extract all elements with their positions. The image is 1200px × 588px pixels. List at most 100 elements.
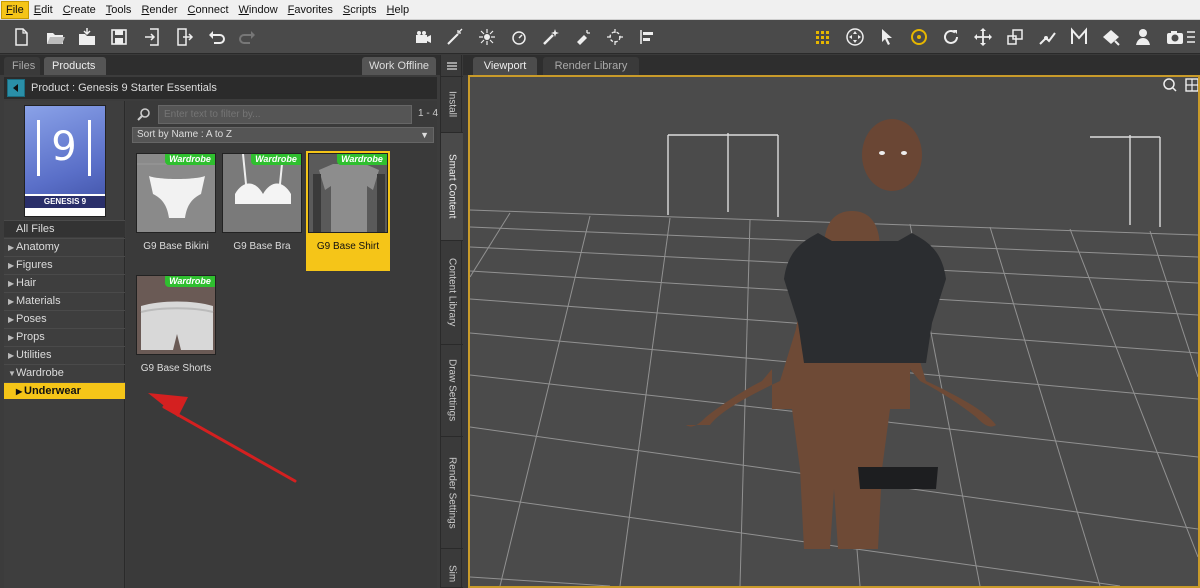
redo-icon[interactable] bbox=[235, 24, 261, 50]
category-wardrobe[interactable]: ▼Wardrobe bbox=[4, 364, 125, 381]
merge-icon[interactable] bbox=[74, 24, 100, 50]
search-icon[interactable] bbox=[136, 107, 152, 123]
category-label: Poses bbox=[16, 313, 47, 325]
menu-edit[interactable]: Edit bbox=[30, 2, 57, 18]
viewport-tab-bar: Viewport Render Library bbox=[463, 55, 1200, 75]
universal-tool-icon[interactable] bbox=[842, 24, 868, 50]
expand-arrow-icon: ▶ bbox=[8, 297, 15, 306]
chevron-down-icon: ▼ bbox=[420, 130, 429, 140]
surface-selection-icon[interactable] bbox=[1098, 24, 1124, 50]
tab-draw-settings[interactable]: Draw Settings bbox=[441, 345, 463, 437]
category-underwear[interactable]: ▶ Underwear bbox=[4, 382, 125, 399]
tab-smart-content[interactable]: Smart Content bbox=[441, 133, 463, 241]
asset-tile-shorts[interactable]: Wardrobe G9 Base Shorts bbox=[134, 273, 218, 393]
menu-scripts[interactable]: Scripts bbox=[339, 2, 381, 18]
tab-files[interactable]: Files bbox=[4, 57, 40, 75]
asset-name: G9 Base Shirt bbox=[316, 241, 380, 252]
create-null-icon[interactable] bbox=[602, 24, 628, 50]
menu-bar: File Edit Create Tools Render Connect Wi… bbox=[0, 0, 1200, 20]
asset-tile-bra[interactable]: Wardrobe G9 Base Bra bbox=[220, 151, 304, 271]
undo-icon[interactable] bbox=[203, 24, 229, 50]
tab-products[interactable]: Products bbox=[44, 57, 106, 75]
create-area-light-icon[interactable] bbox=[570, 24, 596, 50]
category-label: Wardrobe bbox=[16, 367, 64, 379]
create-linear-light-icon[interactable] bbox=[538, 24, 564, 50]
tab-simulation-label: Sim bbox=[446, 565, 458, 583]
figure-tool-icon[interactable] bbox=[1130, 24, 1156, 50]
sort-label: Sort by Name : A to Z bbox=[137, 129, 233, 140]
expand-arrow-icon: ▶ bbox=[16, 387, 23, 396]
tab-install[interactable]: Install bbox=[441, 77, 463, 133]
tab-content-library[interactable]: Content Library bbox=[441, 241, 463, 345]
viewport-layout-icon[interactable] bbox=[1184, 77, 1200, 93]
category-props[interactable]: ▶ Props bbox=[4, 328, 125, 345]
expand-arrow-icon: ▶ bbox=[8, 243, 15, 252]
camera-view-icon[interactable] bbox=[1162, 77, 1178, 93]
work-offline-button[interactable]: Work Offline bbox=[362, 57, 436, 75]
align-icon[interactable] bbox=[634, 24, 660, 50]
expand-arrow-icon: ▶ bbox=[8, 351, 15, 360]
collapse-arrow-icon: ▼ bbox=[8, 369, 16, 378]
menu-window[interactable]: Window bbox=[235, 2, 282, 18]
category-utilities[interactable]: ▶ Utilities bbox=[4, 346, 125, 363]
sort-dropdown[interactable]: Sort by Name : A to Z ▼ bbox=[132, 127, 434, 143]
import-icon[interactable] bbox=[140, 24, 166, 50]
category-materials[interactable]: ▶ Materials bbox=[4, 292, 125, 309]
category-figures[interactable]: ▶ Figures bbox=[4, 256, 125, 273]
tab-render-settings[interactable]: Render Settings bbox=[441, 437, 463, 549]
tab-render-library[interactable]: Render Library bbox=[543, 57, 639, 75]
asset-tile-bikini[interactable]: Wardrobe G9 Base Bikini bbox=[134, 151, 218, 271]
scene-canvas bbox=[470, 119, 1198, 586]
menu-help[interactable]: Help bbox=[383, 2, 414, 18]
tab-render-settings-label: Render Settings bbox=[446, 456, 458, 529]
category-poses[interactable]: ▶ Poses bbox=[4, 310, 125, 327]
category-anatomy[interactable]: ▶ Anatomy bbox=[4, 238, 125, 255]
menu-tools[interactable]: Tools bbox=[102, 2, 136, 18]
filter-bar: 1 - 4 bbox=[132, 103, 438, 125]
new-file-icon[interactable] bbox=[8, 24, 34, 50]
shorts-preview-icon bbox=[137, 276, 215, 354]
category-label: Hair bbox=[16, 277, 37, 289]
node-selection-icon[interactable] bbox=[874, 24, 900, 50]
3d-viewport[interactable] bbox=[468, 75, 1200, 588]
tab-simulation[interactable]: Sim bbox=[441, 549, 463, 588]
save-icon[interactable] bbox=[106, 24, 132, 50]
translate-tool-icon[interactable] bbox=[970, 24, 996, 50]
main-toolbar bbox=[0, 20, 1200, 54]
create-camera-icon[interactable] bbox=[410, 24, 436, 50]
menu-favorites[interactable]: Favorites bbox=[284, 2, 337, 18]
menu-render[interactable]: Render bbox=[137, 2, 181, 18]
scale-tool-icon[interactable] bbox=[1002, 24, 1028, 50]
tab-viewport[interactable]: Viewport bbox=[473, 57, 537, 75]
toolbar-overflow-icon[interactable] bbox=[1184, 24, 1198, 50]
menu-connect[interactable]: Connect bbox=[184, 2, 233, 18]
joint-editor-icon[interactable] bbox=[1034, 24, 1060, 50]
product-title: Product : Genesis 9 Starter Essentials bbox=[31, 82, 217, 94]
menu-create[interactable]: Create bbox=[59, 2, 100, 18]
rotate-tool-icon[interactable] bbox=[906, 24, 932, 50]
product-breadcrumb: Product : Genesis 9 Starter Essentials bbox=[4, 77, 437, 99]
wardrobe-badge: Wardrobe bbox=[165, 154, 215, 165]
create-spotlight-icon[interactable] bbox=[442, 24, 468, 50]
asset-name: G9 Base Bra bbox=[233, 241, 291, 252]
geometry-editor-icon[interactable] bbox=[1066, 24, 1092, 50]
filter-input[interactable] bbox=[158, 105, 412, 124]
pane-menu-icon[interactable] bbox=[441, 55, 463, 77]
asset-tile-shirt[interactable]: Wardrobe G9 Base Shirt bbox=[306, 151, 390, 271]
create-distant-light-icon[interactable] bbox=[506, 24, 532, 50]
shirt-preview-icon bbox=[309, 154, 387, 232]
category-hair[interactable]: ▶ Hair bbox=[4, 274, 125, 291]
menu-file[interactable]: File bbox=[1, 0, 29, 19]
product-thumbnail[interactable]: 9 GENESIS 9 bbox=[24, 105, 106, 217]
viewport-grid-icon[interactable] bbox=[810, 24, 836, 50]
asset-name: G9 Base Shorts bbox=[140, 363, 212, 374]
create-point-light-icon[interactable] bbox=[474, 24, 500, 50]
open-folder-icon[interactable] bbox=[42, 24, 68, 50]
category-all-files[interactable]: All Files bbox=[4, 220, 125, 237]
tab-smart-content-label: Smart Content bbox=[446, 154, 458, 219]
back-button[interactable] bbox=[7, 79, 25, 97]
category-label: Underwear bbox=[24, 385, 81, 397]
export-icon[interactable] bbox=[171, 24, 197, 50]
rotate-arrow-icon[interactable] bbox=[938, 24, 964, 50]
character-figure bbox=[686, 119, 996, 549]
